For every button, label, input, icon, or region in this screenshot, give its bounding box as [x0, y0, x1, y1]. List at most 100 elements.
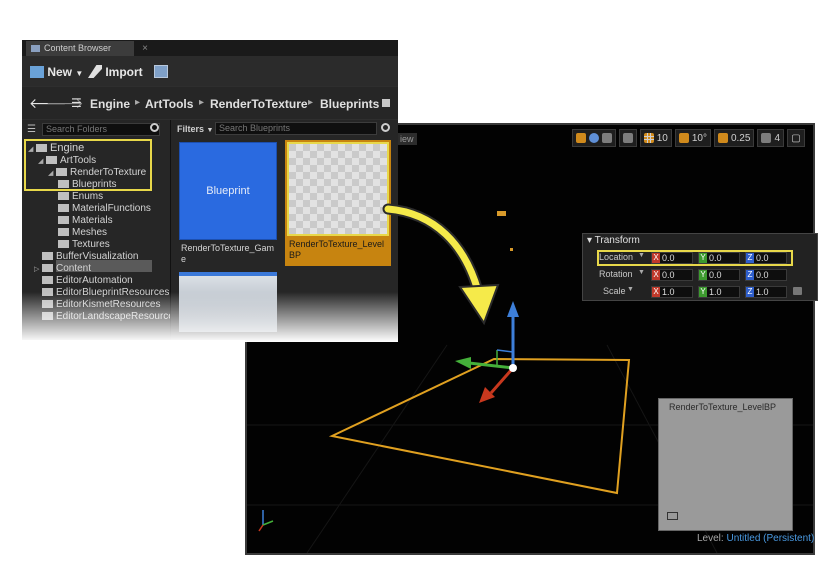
tree-item-meshes[interactable]: Meshes — [58, 227, 107, 238]
asset-tile-game[interactable]: Blueprint RenderToTexture_Game — [179, 142, 277, 265]
folder-icon — [42, 300, 53, 308]
tree-item-editorautomation[interactable]: EditorAutomation — [34, 275, 133, 286]
chevron-down-icon: ▼ — [206, 127, 214, 134]
import-button[interactable]: Import — [88, 65, 143, 79]
level-label: Level: — [697, 533, 724, 544]
folder-icon — [58, 204, 69, 212]
rotation-snap-icon — [678, 133, 689, 143]
rotation-z-field[interactable]: Z 0.0 — [745, 269, 787, 281]
scale-y-field[interactable]: Y 1.0 — [698, 286, 740, 298]
translate-mode-icon — [575, 133, 586, 143]
surface-snap-button[interactable] — [618, 129, 637, 147]
asset-tile-next[interactable] — [179, 272, 277, 332]
asset-name: RenderToTexture_Game — [181, 243, 275, 264]
folder-icon — [42, 288, 53, 296]
rotation-label[interactable]: Rotation — [599, 269, 633, 279]
save-all-icon[interactable] — [154, 65, 168, 78]
breadcrumb-arttools[interactable]: ArtTools — [145, 97, 193, 111]
folder-icon — [42, 252, 53, 260]
location-y-field[interactable]: Y 0.0 — [698, 252, 740, 264]
scale-snap-button[interactable]: 0.25 — [713, 129, 755, 147]
scale-label[interactable]: Scale — [603, 286, 626, 296]
chevron-down-icon: ▼ — [638, 269, 645, 276]
path-menu-icon[interactable]: ☰ — [71, 96, 82, 110]
tree-item-content[interactable]: ▷ Content — [34, 263, 91, 274]
selected-plane — [328, 357, 631, 495]
location-x-field[interactable]: X 0.0 — [651, 252, 693, 264]
breadcrumb-rendertotexture[interactable]: RenderToTexture — [210, 97, 308, 111]
curved-arrow-icon — [382, 203, 500, 326]
scene-object — [510, 248, 513, 251]
tree-item-editorlandscaperesources[interactable]: EditorLandscapeResources — [34, 311, 179, 322]
blueprint-thumbnail: Blueprint — [179, 142, 277, 240]
new-button[interactable]: New ▼ — [30, 65, 83, 79]
new-asset-icon — [30, 66, 44, 78]
transform-title: Transform — [594, 235, 640, 246]
view-mode-button[interactable]: iew — [397, 133, 417, 145]
scale-z-field[interactable]: Z 1.0 — [745, 286, 787, 298]
rotation-snap-button[interactable]: 10° — [674, 129, 711, 147]
asset-search-input[interactable]: Search Blueprints — [215, 122, 377, 135]
location-label[interactable]: Location — [599, 252, 633, 262]
tree-item-editorkismetresources[interactable]: EditorKismetResources — [34, 299, 160, 310]
content-browser-icon — [31, 45, 40, 52]
filters-button[interactable]: Filters ▼ — [177, 124, 213, 134]
import-label: Import — [105, 65, 143, 79]
grid-snap-icon — [643, 133, 654, 143]
maximize-viewport-button[interactable]: ▢ — [787, 129, 805, 147]
rotation-row: Rotation ▼ X 0.0 Y 0.0 Z 0.0 — [583, 267, 817, 283]
tree-item-buffervisualization[interactable]: BufferVisualization — [34, 251, 138, 262]
viewport-toolbar: 10 10° 0.25 4 ▢ — [571, 129, 805, 149]
tree-options-icon[interactable]: ☰ — [27, 124, 36, 135]
folder-icon — [58, 228, 69, 236]
rotation-y-field[interactable]: Y 0.0 — [698, 269, 740, 281]
lock-icon[interactable] — [382, 99, 390, 107]
rotation-x-field[interactable]: X 0.0 — [651, 269, 693, 281]
preview-title: RenderToTexture_LevelBP — [669, 402, 777, 412]
tree-item-enums[interactable]: Enums — [58, 191, 103, 202]
search-icon[interactable] — [150, 123, 159, 132]
transform-header[interactable]: ▾ Transform — [583, 234, 817, 248]
content-browser: Content Browser × New ▼ Import 🡐 🡒 ☰ Eng… — [22, 40, 398, 340]
folder-tree: ☰ Search Folders ◢ Engine ◢ ArtTools ◢ Rend… — [22, 120, 179, 340]
scale-snap-icon — [717, 133, 728, 143]
asset-tile-levelbp[interactable]: RenderToTexture_LevelBP — [285, 140, 391, 266]
path-bar: 🡐 🡒 ☰ Engine ▸ ArtTools ▸ RenderToTextur… — [22, 87, 398, 119]
camera-preview: RenderToTexture_LevelBP — [658, 398, 793, 531]
maximize-icon: ▢ — [791, 132, 801, 144]
breadcrumb-blueprints[interactable]: Blueprints — [320, 97, 379, 111]
chevron-down-icon: ▼ — [627, 286, 634, 293]
import-icon — [88, 65, 102, 78]
content-browser-toolbar: New ▼ Import — [22, 56, 398, 86]
folder-search-input[interactable]: Search Folders — [42, 123, 160, 136]
tree-item-editorblueprintresources[interactable]: EditorBlueprintResources — [34, 287, 169, 298]
camera-icon — [667, 512, 678, 520]
tab-title: Content Browser — [44, 43, 112, 53]
location-row: Location ▼ X 0.0 Y 0.0 Z 0.0 — [583, 250, 817, 266]
tree-item-textures[interactable]: Textures — [58, 239, 110, 250]
scale-x-field[interactable]: X 1.0 — [651, 286, 693, 298]
tab-strip: Content Browser × — [22, 40, 398, 56]
chevron-down-icon: ▼ — [638, 252, 645, 259]
folder-icon — [42, 264, 53, 272]
chevron-right-icon: ▸ — [308, 97, 314, 108]
folder-icon — [58, 192, 69, 200]
camera-icon — [761, 133, 772, 143]
tree-item-materials[interactable]: Materials — [58, 215, 113, 226]
camera-speed-value: 4 — [774, 132, 780, 144]
folder-icon — [58, 216, 69, 224]
grid-snap-value: 10 — [656, 132, 668, 144]
level-name[interactable]: Untitled (Persistent) — [726, 533, 814, 544]
transform-mode-button[interactable] — [571, 129, 616, 147]
camera-speed-button[interactable]: 4 — [757, 129, 784, 147]
folder-highlight-box — [24, 139, 152, 191]
tree-item-materialfunctions[interactable]: MaterialFunctions — [58, 203, 151, 214]
grid-snap-button[interactable]: 10 — [639, 129, 672, 147]
close-icon[interactable]: × — [142, 41, 148, 56]
search-icon[interactable] — [381, 123, 390, 132]
location-z-field[interactable]: Z 0.0 — [745, 252, 787, 264]
breadcrumb-engine[interactable]: Engine — [90, 97, 130, 111]
levelbp-thumbnail — [287, 142, 389, 236]
lock-icon[interactable] — [793, 287, 802, 295]
tab-content-browser[interactable]: Content Browser × — [26, 41, 148, 56]
